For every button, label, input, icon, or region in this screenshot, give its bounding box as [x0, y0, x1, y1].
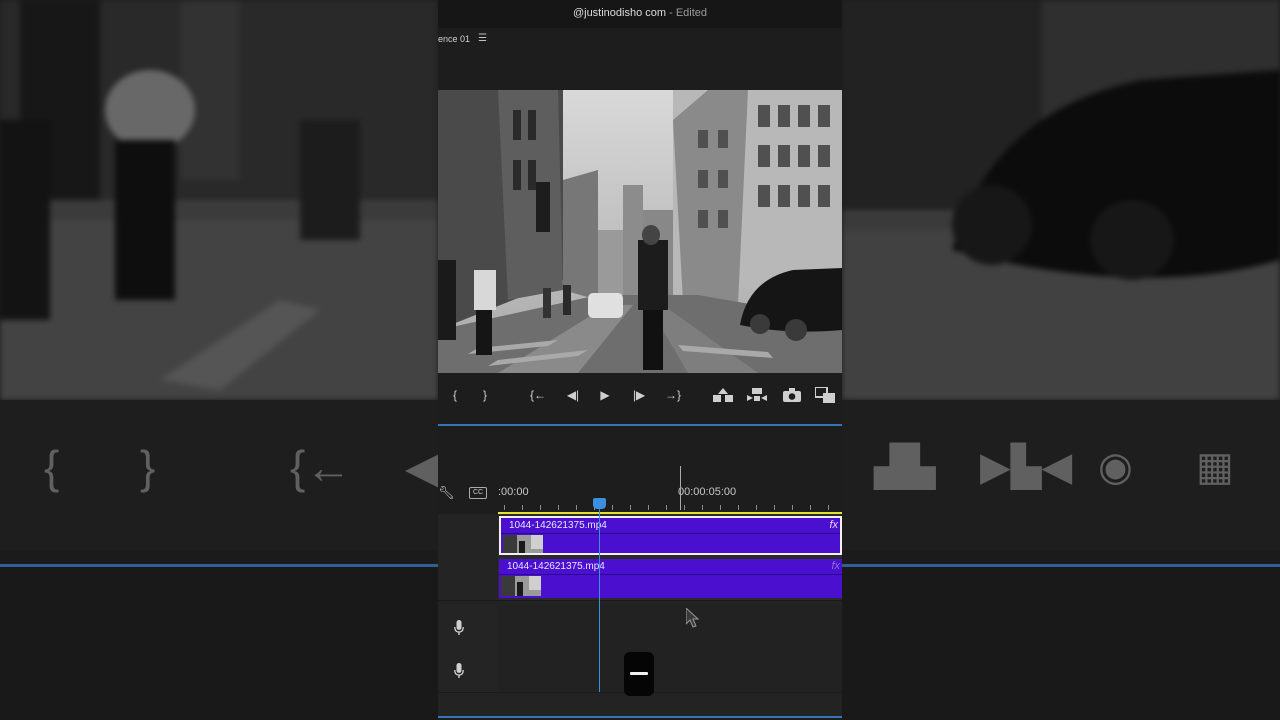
step-back-icon-blurred: ◀ — [405, 441, 438, 493]
program-monitor[interactable] — [438, 90, 842, 373]
ruler-tick — [774, 505, 775, 510]
timeline-marker — [680, 466, 681, 510]
ruler-tick — [612, 505, 613, 510]
mark-in-icon[interactable]: { — [444, 386, 466, 404]
go-to-in-icon-blurred: {← — [290, 441, 352, 493]
ruler-tick — [522, 505, 523, 510]
background-controls-right: ▟▙ ▶▙◀ ◉ ▦ — [842, 400, 1280, 550]
export-frame-camera-icon[interactable] — [781, 386, 803, 404]
step-back-icon[interactable]: ◀| — [562, 386, 584, 404]
ruler-tick — [504, 505, 505, 510]
ruler-tick — [576, 505, 577, 510]
window-title: @justinodisho com — [572, 7, 667, 19]
track-header-a2[interactable] — [438, 649, 498, 693]
microphone-icon[interactable] — [454, 620, 464, 636]
ruler-tick — [702, 505, 703, 510]
panel-menu-icon[interactable]: ☰ — [478, 32, 487, 46]
microphone-icon[interactable] — [454, 663, 464, 679]
track-area-a2 — [498, 649, 842, 693]
ruler-tick — [756, 505, 757, 510]
background-timeline-right — [842, 567, 1280, 720]
mark-in-icon-blurred: { — [44, 441, 60, 493]
street-photo-blurred-right — [842, 0, 1280, 400]
comparison-view-icon[interactable] — [814, 386, 836, 404]
background-blur-left: { } {← ◀ — [0, 0, 438, 720]
title-bar: @justinodisho com - Edited — [438, 0, 842, 28]
sequence-tab[interactable]: ence 01 — [438, 32, 470, 46]
camera-icon-blurred: ◉ — [1098, 445, 1133, 489]
ruler-tick — [648, 505, 649, 510]
video-clip[interactable]: 1044-142621375.mp4 fx — [499, 516, 842, 555]
go-to-out-icon[interactable]: →} — [662, 386, 684, 404]
track-header-a1[interactable] — [438, 606, 498, 650]
lift-icon-blurred: ▟▙ — [874, 445, 936, 489]
ruler-tick — [810, 505, 811, 510]
premiere-window: @justinodisho com - Edited ence 01 ☰ {}… — [438, 0, 842, 720]
window-title-status: - Edited — [669, 7, 708, 19]
extract-icon-blurred: ▶▙◀ — [980, 445, 1073, 489]
ruler-tick — [558, 505, 559, 510]
ruler-tick — [738, 505, 739, 510]
track-header-v1[interactable] — [438, 557, 498, 601]
ruler-tick — [630, 505, 631, 510]
clip-thumbnail — [503, 535, 543, 553]
clip-band — [501, 533, 840, 534]
mark-out-icon-blurred: } — [140, 441, 156, 493]
ruler-tick — [828, 505, 829, 510]
background-timeline-left — [0, 567, 438, 720]
extract-icon[interactable] — [746, 386, 768, 404]
ruler-tick — [792, 505, 793, 510]
track-area-a1 — [498, 606, 842, 650]
ruler-tick — [684, 505, 685, 510]
wrench-icon[interactable]: 🔧︎ — [438, 486, 455, 500]
transport-controls: { } {← ◀| ▶ |▶ →} — [438, 374, 842, 418]
go-to-in-icon[interactable]: {← — [527, 386, 549, 404]
video-clip[interactable]: 1044-142621375.mp4 fx — [499, 559, 842, 598]
street-photo-blurred-left — [0, 0, 438, 400]
playhead-line[interactable] — [599, 504, 600, 692]
clip-band — [499, 574, 842, 575]
compare-icon-blurred: ▦ — [1196, 445, 1234, 489]
background-blur-right: ▟▙ ▶▙◀ ◉ ▦ — [842, 0, 1280, 720]
background-controls-left: { } {← ◀ — [0, 400, 438, 550]
captions-icon[interactable]: CC — [469, 487, 487, 499]
video-frame — [438, 90, 842, 373]
fx-badge: fx — [829, 519, 838, 531]
fx-badge: fx — [831, 560, 840, 572]
step-forward-icon[interactable]: |▶ — [628, 386, 650, 404]
ruler-tick — [540, 505, 541, 510]
ruler-ticks — [498, 466, 842, 512]
mark-out-icon[interactable]: } — [474, 386, 496, 404]
ruler-tick — [666, 505, 667, 510]
audio-track-1 — [438, 606, 842, 650]
clip-name: 1044-142621375.mp4 — [507, 561, 605, 572]
panel-bottom-border — [438, 716, 842, 718]
spacebar-key-icon — [624, 652, 654, 696]
lift-icon[interactable] — [712, 386, 734, 404]
clip-thumbnail — [501, 576, 541, 596]
track-header-v2[interactable] — [438, 514, 498, 558]
clip-name: 1044-142621375.mp4 — [509, 520, 607, 531]
mouse-cursor-icon — [685, 606, 702, 635]
ruler-tick — [720, 505, 721, 510]
play-icon[interactable]: ▶ — [594, 386, 616, 404]
